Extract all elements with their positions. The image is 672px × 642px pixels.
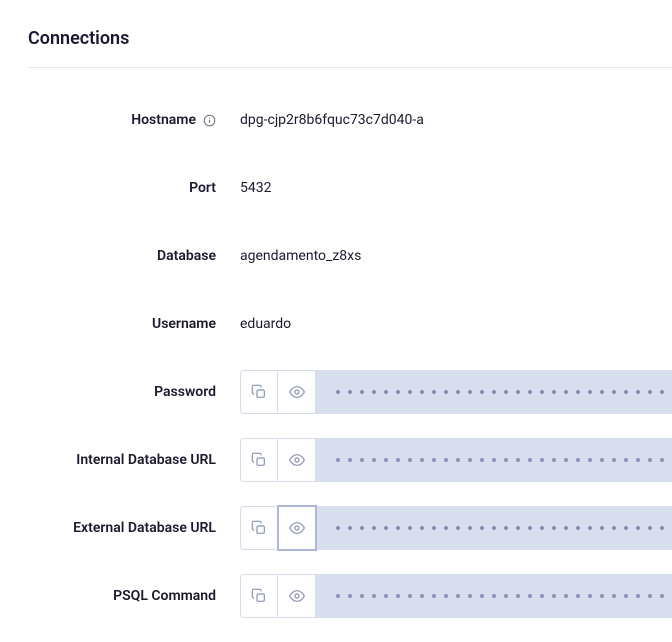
copy-button[interactable] [240, 574, 278, 618]
label-external-url: External Database URL [28, 520, 224, 536]
masked-value-internal-url [316, 438, 672, 482]
label-hostname-text: Hostname [131, 112, 196, 128]
masked-value-external-url [316, 506, 672, 550]
row-database: Database agendamento_z8xs [28, 234, 672, 278]
row-internal-url: Internal Database URL [28, 438, 672, 482]
row-username: Username eduardo [28, 302, 672, 346]
row-port: Port 5432 [28, 166, 672, 210]
row-psql-command: PSQL Command [28, 574, 672, 618]
masked-value-psql-command [316, 574, 672, 618]
label-psql-command: PSQL Command [28, 588, 224, 604]
masked-value-password [316, 370, 672, 414]
secret-wrap-internal-url [240, 438, 672, 482]
reveal-button[interactable] [278, 370, 316, 414]
label-psql-command-text: PSQL Command [113, 588, 216, 604]
row-external-url: External Database URL [28, 506, 672, 550]
reveal-button[interactable] [278, 506, 316, 550]
copy-button[interactable] [240, 370, 278, 414]
reveal-button[interactable] [278, 574, 316, 618]
label-database: Database [28, 248, 224, 264]
label-username: Username [28, 316, 224, 332]
row-password: Password [28, 370, 672, 414]
secret-wrap-psql-command [240, 574, 672, 618]
value-port: 5432 [224, 180, 271, 196]
divider [28, 67, 672, 68]
label-database-text: Database [157, 248, 216, 264]
secret-wrap-external-url [240, 506, 672, 550]
value-database: agendamento_z8xs [224, 248, 361, 264]
secret-wrap-password [240, 370, 672, 414]
info-icon[interactable] [202, 113, 216, 127]
label-external-url-text: External Database URL [73, 520, 216, 536]
value-hostname: dpg-cjp2r8b6fquc73c7d040-a [224, 112, 424, 128]
copy-button[interactable] [240, 506, 278, 550]
label-password-text: Password [154, 384, 216, 400]
copy-button[interactable] [240, 438, 278, 482]
label-port: Port [28, 180, 224, 196]
row-hostname: Hostname dpg-cjp2r8b6fquc73c7d040-a [28, 98, 672, 142]
label-username-text: Username [152, 316, 216, 332]
value-username: eduardo [224, 316, 291, 332]
reveal-button[interactable] [278, 438, 316, 482]
label-port-text: Port [189, 180, 216, 196]
label-internal-url-text: Internal Database URL [76, 452, 216, 468]
section-title-connections: Connections [28, 28, 672, 67]
label-hostname: Hostname [28, 112, 224, 128]
label-password: Password [28, 384, 224, 400]
label-internal-url: Internal Database URL [28, 452, 224, 468]
